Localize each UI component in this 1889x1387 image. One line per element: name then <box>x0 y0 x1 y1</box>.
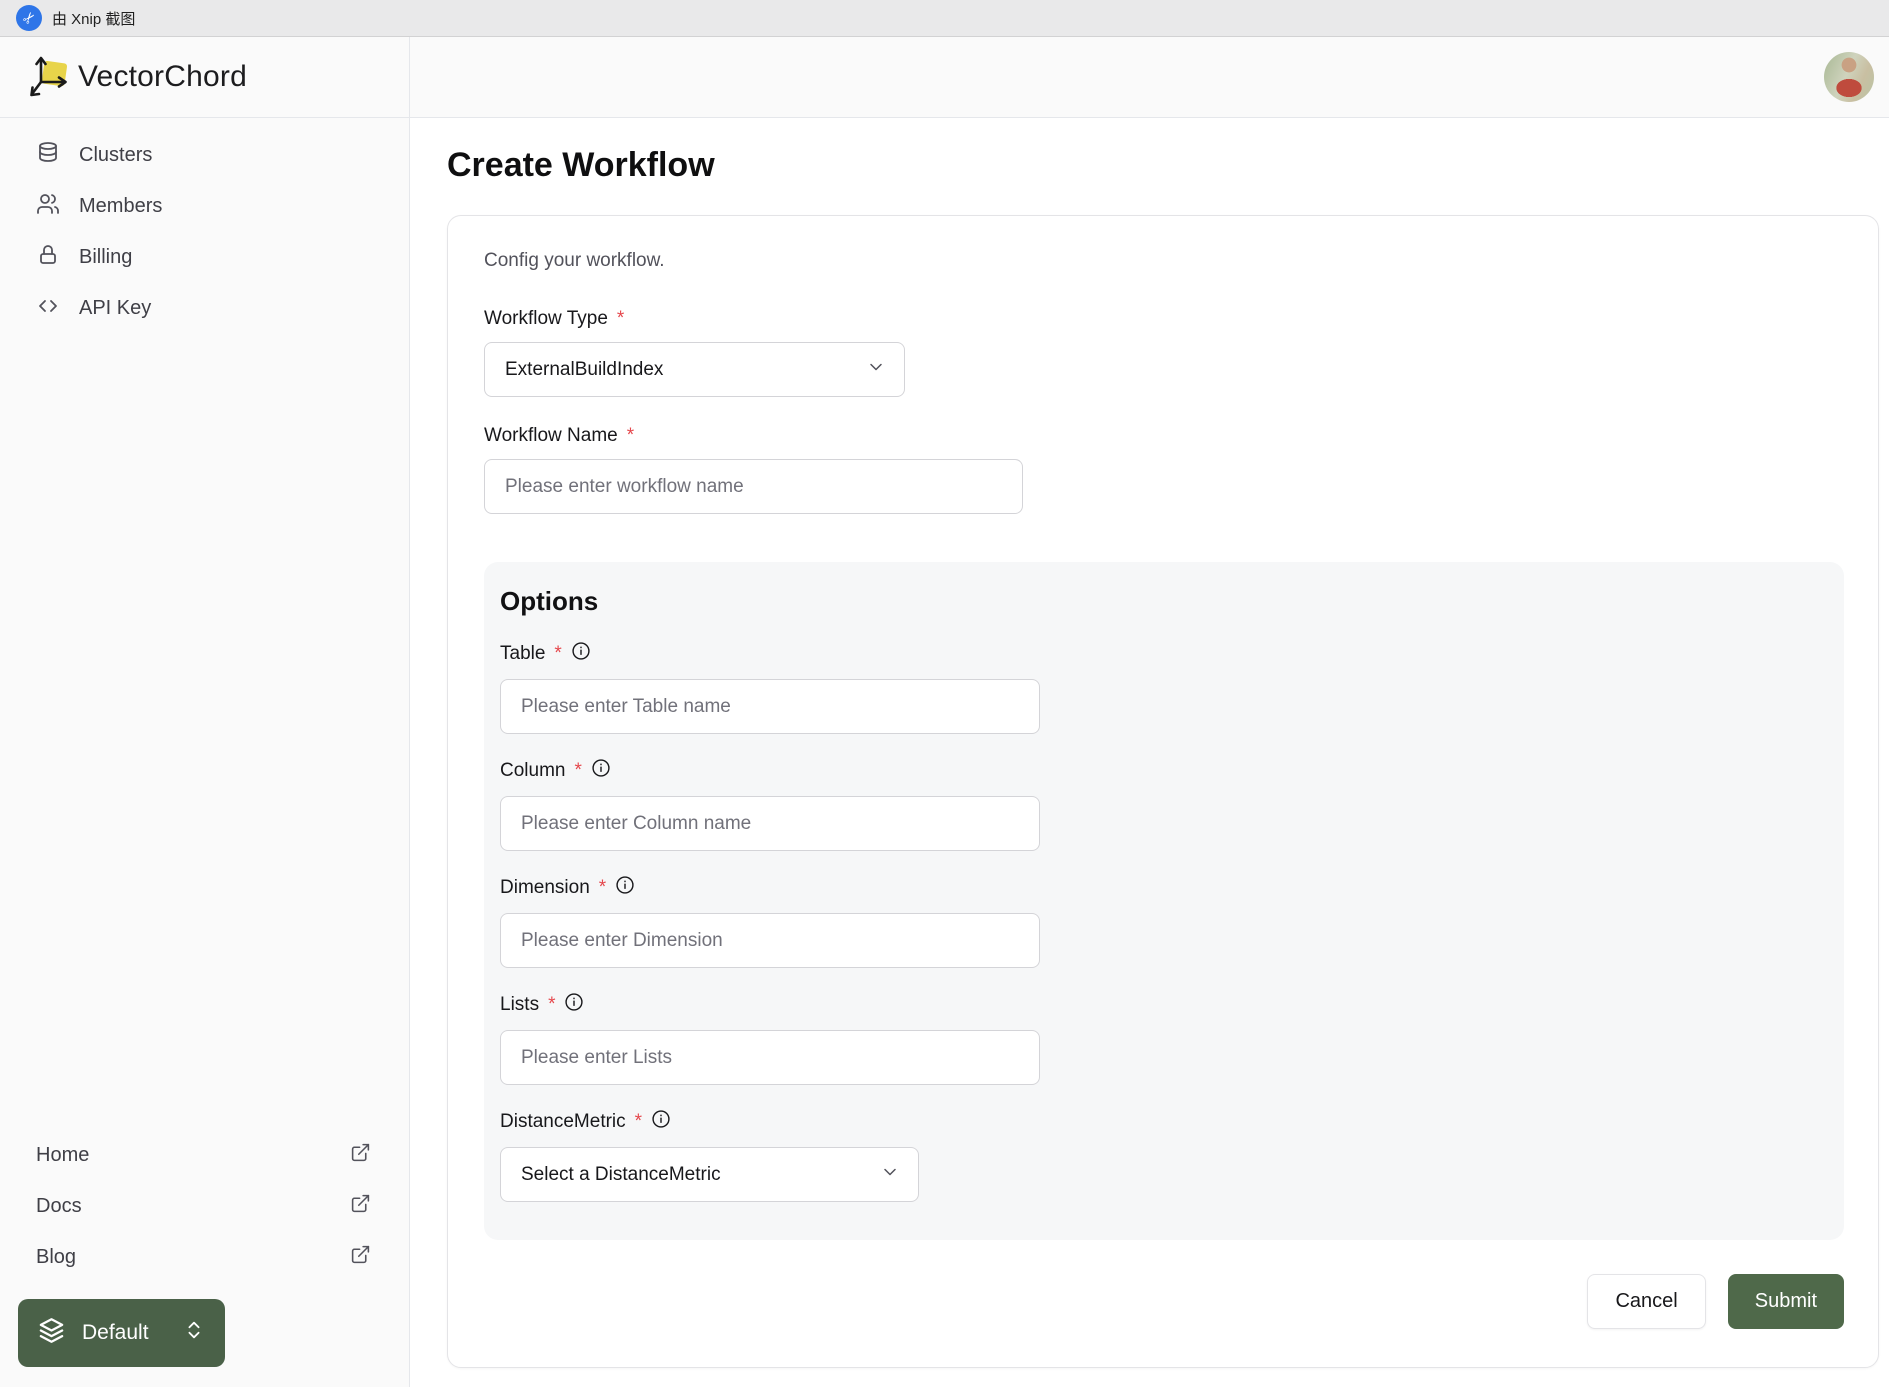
workflow-type-select[interactable]: ExternalBuildIndex <box>484 342 905 397</box>
workflow-name-input[interactable] <box>484 459 1023 514</box>
required-asterisk: * <box>626 425 635 446</box>
required-asterisk: * <box>598 877 607 898</box>
dimension-input[interactable] <box>500 913 1040 968</box>
info-icon[interactable] <box>564 992 584 1018</box>
table-input[interactable] <box>500 679 1040 734</box>
workflow-type-label: Workflow Type * <box>484 308 625 329</box>
required-asterisk: * <box>616 308 625 329</box>
sidebar-footer: Home Docs Blog Default <box>0 1130 409 1387</box>
main-header <box>410 37 1889 118</box>
lists-label: Lists * <box>500 992 1828 1018</box>
column-input[interactable] <box>500 796 1040 851</box>
chevrons-up-down-icon <box>183 1319 205 1347</box>
sidebar-link-home[interactable]: Home <box>0 1130 409 1181</box>
capture-topbar: ✂ 由 Xnip 截图 <box>0 0 1889 37</box>
users-icon <box>36 192 60 222</box>
card-description: Config your workflow. <box>484 250 665 271</box>
info-icon[interactable] <box>591 758 611 784</box>
external-link-icon <box>350 1193 371 1220</box>
dimension-field: Dimension * <box>500 875 1828 968</box>
page-title: Create Workflow <box>447 146 715 184</box>
footer-link-label: Home <box>36 1144 90 1166</box>
required-asterisk: * <box>554 643 562 664</box>
column-label: Column * <box>500 758 1828 784</box>
workflow-name-label: Workflow Name * <box>484 425 635 446</box>
options-heading: Options <box>500 586 599 616</box>
main-content: Create Workflow Config your workflow. Wo… <box>410 118 1889 1387</box>
chevron-down-icon <box>866 357 886 383</box>
sidebar-nav: Clusters Members Billing API Key <box>0 118 409 334</box>
create-workflow-card: Config your workflow. Workflow Type * Ex… <box>447 215 1879 1368</box>
required-asterisk: * <box>548 994 556 1015</box>
form-actions: Cancel Submit <box>484 1274 1844 1329</box>
external-link-icon <box>350 1142 371 1169</box>
column-field: Column * <box>500 758 1828 851</box>
required-asterisk: * <box>574 760 582 781</box>
table-label: Table * <box>500 641 1828 667</box>
database-icon <box>36 141 60 171</box>
vectorchord-logo-icon <box>28 52 70 103</box>
sidebar-item-billing[interactable]: Billing <box>0 232 409 283</box>
distance-metric-field: DistanceMetric * Select a DistanceMetric <box>500 1109 1828 1202</box>
distance-metric-select[interactable]: Select a DistanceMetric <box>500 1147 919 1202</box>
sidebar-link-blog[interactable]: Blog <box>0 1232 409 1283</box>
sidebar-item-clusters[interactable]: Clusters <box>0 130 409 181</box>
required-asterisk: * <box>634 1111 643 1132</box>
sidebar: VectorChord Clusters Members Billing API… <box>0 37 410 1387</box>
project-switcher-button[interactable]: Default <box>18 1299 225 1367</box>
sidebar-item-label: Clusters <box>79 144 153 166</box>
code-icon <box>36 294 60 324</box>
workflow-name-field: Workflow Name * <box>484 425 1844 514</box>
cancel-button[interactable]: Cancel <box>1587 1274 1706 1329</box>
table-field: Table * <box>500 641 1828 734</box>
sidebar-item-api-key[interactable]: API Key <box>0 283 409 334</box>
distance-metric-value: Select a DistanceMetric <box>521 1163 721 1185</box>
layers-icon <box>38 1317 65 1350</box>
external-link-icon <box>350 1244 371 1271</box>
sidebar-item-members[interactable]: Members <box>0 181 409 232</box>
sidebar-item-label: Billing <box>79 246 133 268</box>
project-switcher-label: Default <box>82 1321 149 1344</box>
sidebar-link-docs[interactable]: Docs <box>0 1181 409 1232</box>
info-icon[interactable] <box>571 641 591 667</box>
brand-name: VectorChord <box>78 60 247 93</box>
lists-field: Lists * <box>500 992 1828 1085</box>
lock-icon <box>36 243 60 273</box>
info-icon[interactable] <box>615 875 635 901</box>
workflow-type-field: Workflow Type * ExternalBuildIndex <box>484 308 1844 397</box>
workflow-type-value: ExternalBuildIndex <box>505 358 664 380</box>
xnip-scissors-icon: ✂ <box>16 5 42 31</box>
brand-header: VectorChord <box>0 37 409 118</box>
capture-topbar-label: 由 Xnip 截图 <box>52 10 136 28</box>
lists-input[interactable] <box>500 1030 1040 1085</box>
sidebar-item-label: API Key <box>79 297 152 319</box>
footer-link-label: Blog <box>36 1246 77 1268</box>
dimension-label: Dimension * <box>500 875 1828 901</box>
info-icon[interactable] <box>651 1109 671 1135</box>
distance-metric-label: DistanceMetric * <box>500 1109 1828 1135</box>
options-panel: Options Table * Column <box>484 562 1844 1240</box>
user-avatar[interactable] <box>1824 52 1874 102</box>
chevron-down-icon <box>880 1162 900 1188</box>
sidebar-item-label: Members <box>79 195 163 217</box>
submit-button[interactable]: Submit <box>1727 1274 1844 1329</box>
footer-link-label: Docs <box>36 1195 82 1217</box>
